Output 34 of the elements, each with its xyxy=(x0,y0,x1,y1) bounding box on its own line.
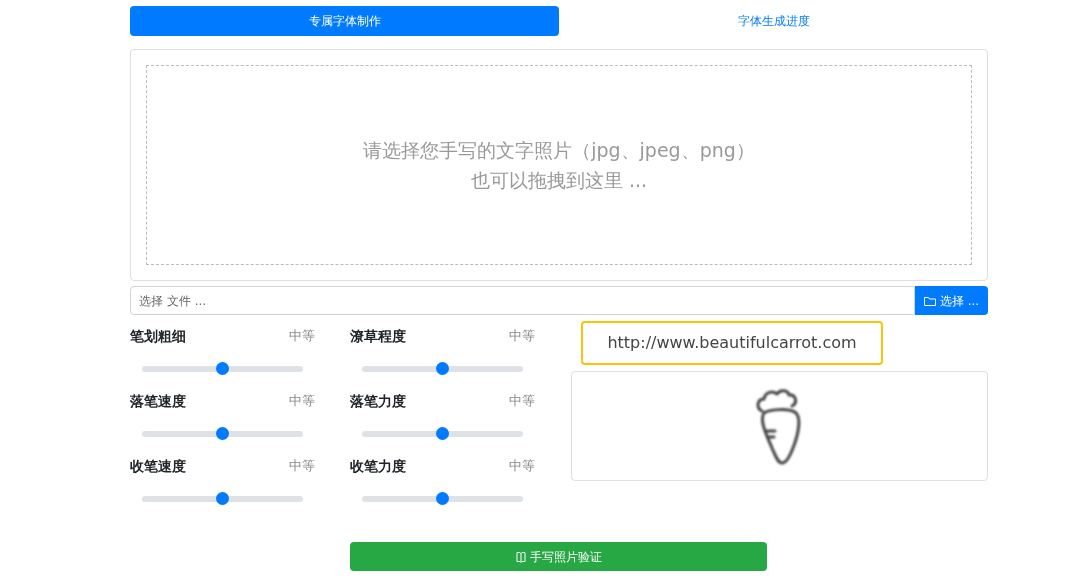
slider-value: 中等 xyxy=(509,392,535,411)
drop-hint: 也可以拖拽到这里 ... xyxy=(470,168,648,193)
folder-icon xyxy=(923,295,936,306)
drop-zone[interactable]: 请选择您手写的文字照片（jpg、jpeg、png） 也可以拖拽到这里 ... xyxy=(146,65,972,265)
slider-value: 中等 xyxy=(289,457,315,476)
slider-track[interactable] xyxy=(142,430,303,437)
slider-label: 笔划粗细 xyxy=(130,326,186,346)
slider-value: 中等 xyxy=(509,457,535,476)
slider-label: 落笔力度 xyxy=(350,391,406,411)
slider-track[interactable] xyxy=(362,365,523,372)
slider-label: 收笔速度 xyxy=(130,456,186,476)
tab[interactable]: 专属字体制作 xyxy=(130,6,559,36)
slider-value: 中等 xyxy=(289,327,315,346)
slider-track[interactable] xyxy=(142,495,303,502)
slider-track[interactable] xyxy=(142,365,303,372)
slider-thumb[interactable] xyxy=(216,492,229,505)
verify-button[interactable]: 手写照片验证 xyxy=(350,542,767,571)
slider-value: 中等 xyxy=(289,392,315,411)
book-icon xyxy=(515,550,526,563)
slider-value: 中等 xyxy=(509,327,535,346)
slider-thumb[interactable] xyxy=(436,427,449,440)
slider-thumb[interactable] xyxy=(216,427,229,440)
slider-thumb[interactable] xyxy=(216,362,229,375)
url-label: http://www.beautifulcarrot.com xyxy=(581,321,883,365)
slider-track[interactable] xyxy=(362,495,523,502)
browse-button[interactable]: 选择 ... xyxy=(915,286,988,315)
slider-label: 落笔速度 xyxy=(130,391,186,411)
drop-hint: 请选择您手写的文字照片（jpg、jpeg、png） xyxy=(363,138,755,163)
slider-thumb[interactable] xyxy=(436,362,449,375)
slider-thumb[interactable] xyxy=(436,492,449,505)
slider-label: 收笔力度 xyxy=(350,456,406,476)
file-path-field[interactable]: 选择 文件 ... xyxy=(130,286,915,315)
slider-track[interactable] xyxy=(362,430,523,437)
slider-label: 潦草程度 xyxy=(350,326,406,346)
